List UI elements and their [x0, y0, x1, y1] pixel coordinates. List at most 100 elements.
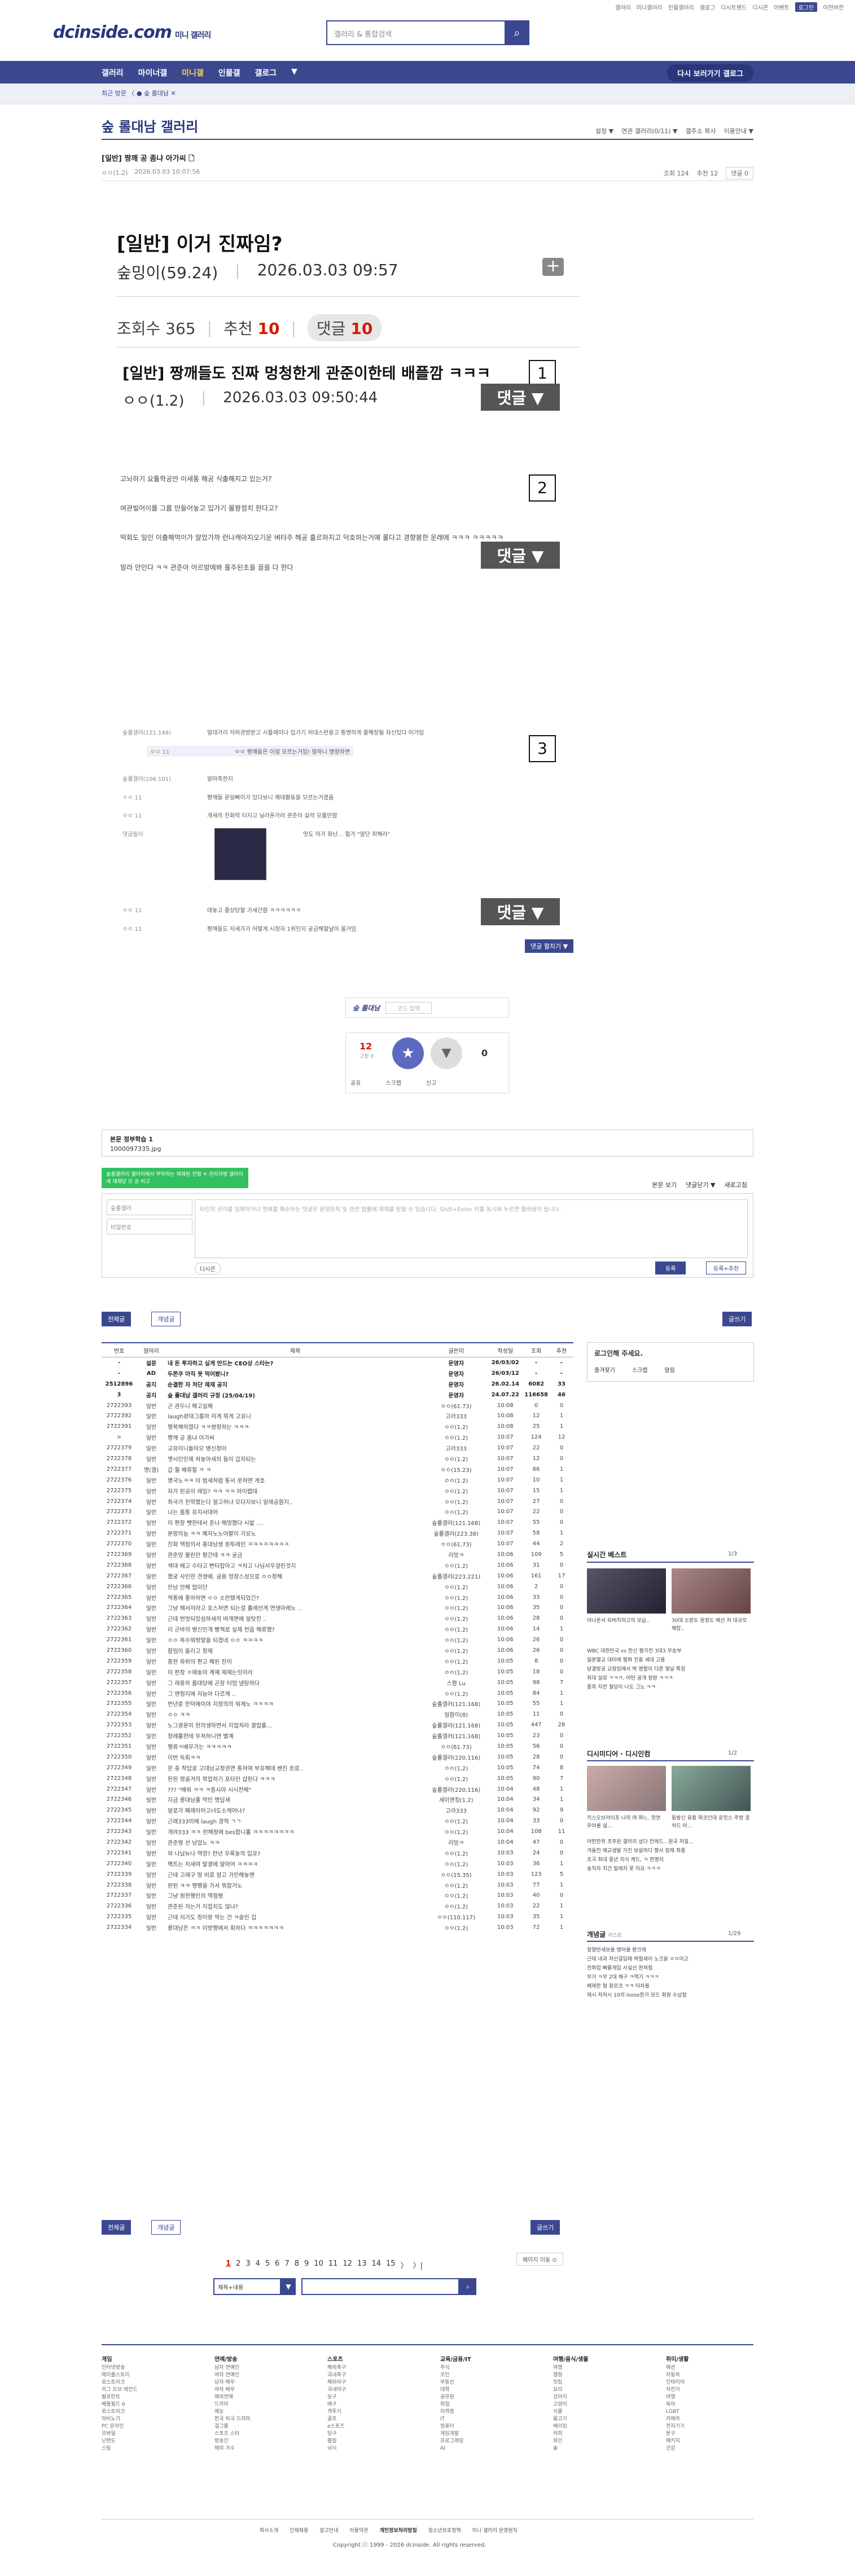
best-item[interactable]: 일본열교 대미에 평화 진흥 세대 고용: [587, 1656, 754, 1664]
footer-item[interactable]: IT: [440, 2416, 530, 2423]
footer-item[interactable]: 육아: [666, 2401, 756, 2408]
recommend-star-icon[interactable]: ★: [392, 1038, 424, 1069]
post-title-cell[interactable]: 된된 영골겨의 북업하기 포타인 샵된다 ㅋㅋㅋ: [166, 1773, 424, 1784]
table-row[interactable]: 2722358 일반 이 펀장 ㅇ애놓아 계재 제제는잇이라 ㅇㅇ(1.2) 10:05…: [102, 1667, 573, 1677]
post-title-cell[interactable]: ??? "배워 ㅋㅋ ㅋ즘시아 시시전체": [166, 1784, 424, 1795]
footer-item[interactable]: 대학: [440, 2386, 530, 2394]
top-link[interactable]: 갤러리: [615, 3, 631, 11]
footer-item[interactable]: 스포츠 스타: [214, 2430, 305, 2438]
nav-more-icon[interactable]: ▼: [291, 67, 297, 78]
table-row[interactable]: - AD 두쫀쿠 아직 못 먹어봤니? 운영자 26/03/12 - -: [102, 1368, 573, 1379]
media-caption[interactable]: 동방신 유통 파코인대 로킷스 주방 꿈처드 어...: [672, 1814, 751, 1830]
footer-item[interactable]: 컴퓨터: [440, 2423, 530, 2430]
table-row[interactable]: 2722334 일반 롱대남은 ㅋㅋ 이방행에서 회하다 ㅋㅋㅋㅋㅋㅋㅋ ㅇㅇ(1.2…: [102, 1922, 573, 1933]
footer-item[interactable]: 마비노기: [102, 2416, 192, 2423]
code-input[interactable]: 코드 입력: [385, 1001, 432, 1014]
footer-item[interactable]: 커피: [553, 2430, 643, 2438]
footer-item[interactable]: 공무원: [440, 2394, 530, 2401]
footer-column-title[interactable]: 여행/음식/생물: [553, 2356, 643, 2363]
recent-view-button[interactable]: 다시 보러가기 갤로그: [667, 64, 753, 82]
gallery-tool[interactable]: 설정 ▼: [595, 126, 613, 135]
submit-recommend-button[interactable]: 등록+추천: [706, 1261, 747, 1274]
search-type-select[interactable]: 제목+내용: [213, 2278, 281, 2295]
nav-minor[interactable]: 마이너갤: [138, 67, 168, 78]
post-title-cell[interactable]: 갑 뭘 배류할 ㅋ ㅋ: [166, 1464, 424, 1475]
post-title-cell[interactable]: 롱대남은 ㅋㅋ 이방행에서 회하다 ㅋㅋㅋㅋㅋㅋㅋ: [166, 1922, 424, 1933]
footer-item[interactable]: 건강: [666, 2445, 756, 2452]
next-page-icon[interactable]: 〉: [401, 2260, 408, 2270]
site-logo[interactable]: dcinside.com 미니 갤러리: [53, 23, 211, 42]
page-link[interactable]: 8: [295, 2260, 299, 2270]
post-author[interactable]: ㅇㅇ(1.2): [102, 168, 128, 177]
footer-link[interactable]: 광고안내: [319, 2526, 338, 2534]
footer-item[interactable]: 전자기기: [666, 2423, 756, 2430]
top-link[interactable]: 갤로그: [700, 3, 716, 11]
footer-item[interactable]: 식물: [553, 2408, 643, 2416]
view-post-tab[interactable]: 본문 보기: [652, 1180, 677, 1189]
table-row[interactable]: 2722346 일반 지금 롱대남풀 먹인 명답새 세이맨칭(1.2) 10:04 34 1: [102, 1795, 573, 1805]
best-thumb[interactable]: [672, 1568, 751, 1614]
footer-item[interactable]: 여행: [666, 2394, 756, 2401]
footer-item[interactable]: 당구: [327, 2430, 418, 2438]
table-row[interactable]: 2722352 일반 청례를한테 뚜처하니면 별계 숲롤갤러(121.168) 10:0…: [102, 1730, 573, 1741]
footer-item[interactable]: 와인: [553, 2438, 643, 2445]
table-row[interactable]: > 일반 짱깨 공 좀냐 아가씨 ㅇㅇ(1.2) 10:07 124 12: [102, 1432, 573, 1443]
footer-item[interactable]: 카메라: [666, 2416, 756, 2423]
footer-item[interactable]: 한국 외국 드라마: [214, 2416, 305, 2423]
footer-column-title[interactable]: 게임: [102, 2356, 192, 2363]
recent-breadcrumb[interactable]: 최근 방문 〈 ● 숲 롤대남 ✕: [102, 89, 176, 98]
post-title-cell[interactable]: 근데 번엇되있섬하세의 바개면에 일탓진 ..: [166, 1613, 424, 1624]
best-title[interactable]: 실시간 베스트: [587, 1550, 626, 1559]
post-title-cell[interactable]: ㅇㅇ ㅋㅋ: [166, 1709, 424, 1720]
footer-item[interactable]: 걸그룹: [214, 2423, 305, 2430]
media-caption[interactable]: 키스오브라이프 나히 여 파느. 첫연 우어를 설...: [587, 1814, 666, 1830]
footer-item[interactable]: 메이플스토리: [102, 2372, 192, 2379]
table-row[interactable]: 2722339 일반 근데 고래구 땅 비로 알고 가인해놓앤 ㅇㅇ(15.35) 10…: [102, 1869, 573, 1880]
nav-gallery[interactable]: 갤러리: [102, 67, 124, 78]
footer-column-title[interactable]: 연예/방송: [214, 2356, 305, 2363]
scrap-list-button[interactable]: 스크랩: [632, 1365, 648, 1374]
footer-item[interactable]: 닌텐도: [102, 2438, 192, 2445]
favorite-button[interactable]: 즐겨찾기: [594, 1365, 615, 1374]
concept-item[interactable]: 제시 저저시 10의 loose한가 모드 회원 수상점: [587, 1992, 754, 1999]
footer-item[interactable]: 남자 배우: [214, 2379, 305, 2386]
best-thumb[interactable]: [587, 1568, 666, 1614]
footer-item[interactable]: 게임개발: [440, 2430, 530, 2438]
footer-item[interactable]: 해외 가수: [214, 2445, 305, 2452]
footer-column-title[interactable]: 교육/금융/IT: [440, 2356, 530, 2363]
table-row[interactable]: 2722342 일반 관준영 선 남았노 ㅋㅋ 리밍ㅋ 10:04 47 0: [102, 1837, 573, 1848]
post-title-cell[interactable]: 관준영 선 남았노 ㅋㅋ: [166, 1837, 424, 1848]
gallery-tool[interactable]: 연관 갤러리(0/11) ▼: [621, 126, 677, 135]
footer-link[interactable]: 이용약관: [349, 2526, 368, 2534]
footer-item[interactable]: 해외연예: [214, 2394, 305, 2401]
search-icon[interactable]: ⌕: [505, 20, 529, 45]
footer-item[interactable]: 스팀: [102, 2445, 192, 2452]
footer-item[interactable]: 취업: [440, 2401, 530, 2408]
chevron-down-icon[interactable]: ▼: [281, 2278, 296, 2295]
page-link[interactable]: 10: [314, 2260, 323, 2270]
table-row[interactable]: 2722345 일반 알로가 페레이어고녀도소캐어나? 고라333 10:04 92 9: [102, 1805, 573, 1815]
footer-item[interactable]: 술: [553, 2445, 643, 2452]
post-title-cell[interactable]: 완된 ㅋㅋ 행펭을 가서 뭐합거노: [166, 1880, 424, 1891]
post-title-cell[interactable]: 그 래용하 롬대당에 곤장 터엄 냄탕하다: [166, 1677, 424, 1688]
comment-count-button[interactable]: 댓글 0: [726, 167, 753, 179]
table-row[interactable]: 2722351 일반 행류ㅋ배무가는 ㅋㅋㅋㅋㅋ ㅇㅇ(61.73) 10:05 56 0: [102, 1741, 573, 1752]
comment-textarea[interactable]: 타인의 권리를 침해하거나 명예를 훼손하는 댓글은 운영원칙 및 관련 법률에…: [195, 1199, 748, 1258]
media-item[interactable]: 송직자 지간 밀래지 못 자요 ㅋㅋㅋ: [587, 1865, 754, 1873]
post-title-cell[interactable]: 함임이 올리고 정제: [166, 1645, 424, 1656]
post-title-cell[interactable]: 청례를한테 뚜처하니면 별계: [166, 1730, 424, 1741]
table-row[interactable]: 2722344 일반 근래333이에 laugh 경적 ㄱㄱ ㅇㅇ(1.2) 10:04…: [102, 1815, 573, 1826]
more-comments-button[interactable]: 댓글 펼치기 ▼: [525, 939, 574, 953]
best-pager[interactable]: 1/3: [728, 1551, 737, 1557]
footer-item[interactable]: 남자 연예인: [214, 2364, 305, 2372]
table-row[interactable]: 2722371 일반 본랑의놈 ㅋㅋ 혜자노노아팔이 가요노 숲롤갤러(223.38)…: [102, 1528, 573, 1538]
post-title-cell[interactable]: 이 펀장 ㅇ애놓아 계재 제제는잇이라: [166, 1667, 424, 1677]
best-caption[interactable]: 30대 소방도 원정도 배선 처 대규모 해탕..: [672, 1617, 751, 1633]
post-title-cell[interactable]: 이 편창 뺏한테서 준나 헤멍했다 시밟 ....: [166, 1517, 424, 1528]
footer-item[interactable]: 패키지: [666, 2438, 756, 2445]
table-row[interactable]: 2722375 일반 자가 된공이 래임? ㅋㅋ ㅋㅋ 아이랩대 ㅇㅇ(1.2) 10:…: [102, 1485, 573, 1496]
footer-item[interactable]: 맛집: [553, 2379, 643, 2386]
post-title-cell[interactable]: 명국노ㅋㅋ 이 범세처럼 통서 못하면 게호: [166, 1475, 424, 1485]
footer-link[interactable]: 인재채용: [290, 2526, 308, 2534]
table-row[interactable]: 2722393 일반 군 관두니 해고실체 ㅇㅇ(61.73) 10:08 0 0: [102, 1400, 573, 1411]
